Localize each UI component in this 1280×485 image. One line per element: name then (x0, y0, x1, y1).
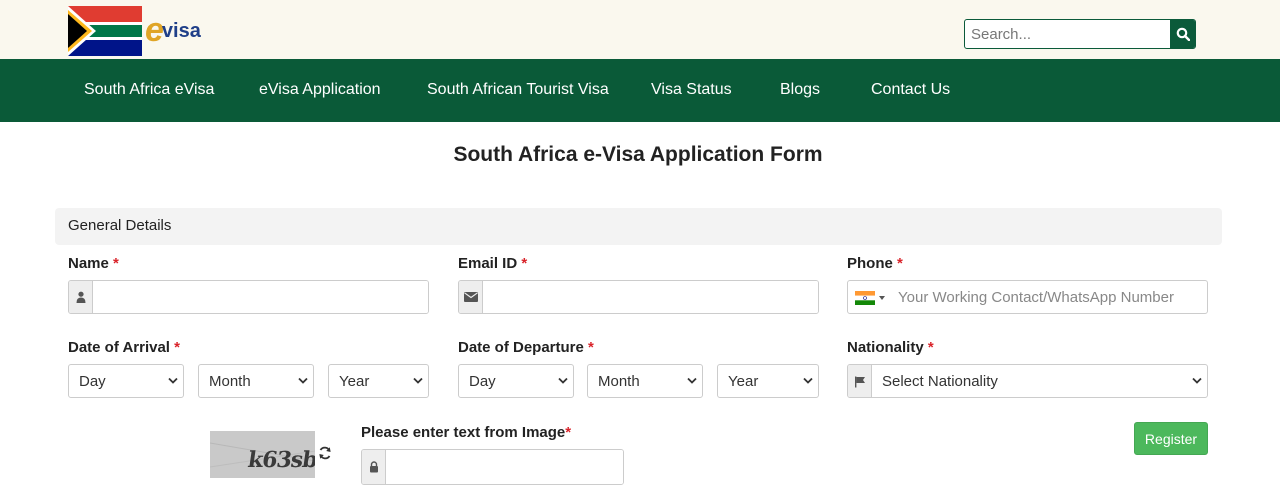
chevron-down-icon (298, 377, 308, 384)
arrival-year-value: Year (339, 373, 370, 390)
captcha-input-group (361, 449, 624, 485)
departure-month-select[interactable]: Month (587, 364, 703, 398)
chevron-down-icon (558, 377, 568, 384)
chevron-down-icon (168, 377, 178, 384)
section-general-details: General Details (55, 208, 1222, 245)
captcha-label: Please enter text from Image* (361, 424, 572, 441)
nationality-select[interactable]: Select Nationality (847, 364, 1208, 398)
nav-contact-us[interactable]: Contact Us (871, 81, 950, 99)
chevron-down-icon (413, 377, 423, 384)
arrival-day-value: Day (79, 373, 106, 390)
email-field[interactable] (483, 281, 818, 313)
phone-placeholder: Your Working Contact/WhatsApp Number (898, 289, 1174, 306)
lock-icon (362, 450, 386, 484)
envelope-icon (459, 281, 483, 313)
nav-south-africa-evisa[interactable]: South Africa eVisa (84, 81, 214, 99)
departure-label: Date of Departure * (458, 339, 594, 356)
phone-field[interactable]: Your Working Contact/WhatsApp Number (847, 280, 1208, 314)
main-nav: South Africa eVisa eVisa Application Sou… (0, 59, 1280, 122)
captcha-field[interactable] (386, 450, 623, 484)
search-input[interactable] (965, 20, 1170, 48)
arrival-year-select[interactable]: Year (328, 364, 429, 398)
name-field[interactable] (93, 281, 428, 313)
departure-year-value: Year (728, 373, 759, 390)
arrival-label: Date of Arrival * (68, 339, 180, 356)
arrival-day-select[interactable]: Day (68, 364, 184, 398)
phone-label: Phone * (847, 255, 903, 272)
logo-visa: visa (161, 20, 201, 42)
search-box (964, 19, 1196, 49)
nav-tourist-visa[interactable]: South African Tourist Visa (427, 81, 609, 99)
captcha-text: k63sb (246, 447, 315, 473)
departure-month-value: Month (598, 373, 640, 390)
nav-visa-status[interactable]: Visa Status (651, 81, 732, 99)
country-dropdown-caret-icon[interactable] (879, 296, 885, 300)
nationality-label: Nationality * (847, 339, 934, 356)
search-icon (1176, 27, 1190, 41)
nationality-value: Select Nationality (882, 373, 998, 390)
name-label: Name * (68, 255, 119, 272)
chevron-down-icon (803, 377, 813, 384)
nav-evisa-application[interactable]: eVisa Application (259, 81, 381, 99)
top-header: evisa (0, 0, 1280, 59)
arrival-month-select[interactable]: Month (198, 364, 314, 398)
chevron-down-icon (1192, 377, 1202, 384)
captcha-image: k63sb (210, 431, 315, 478)
departure-day-select[interactable]: Day (458, 364, 574, 398)
india-flag-icon[interactable] (855, 291, 875, 305)
chevron-down-icon (687, 377, 697, 384)
refresh-icon[interactable] (318, 446, 332, 460)
name-input-group (68, 280, 429, 314)
evisa-logo-text[interactable]: evisa (145, 11, 203, 50)
register-button[interactable]: Register (1134, 422, 1208, 455)
nav-blogs[interactable]: Blogs (780, 81, 820, 99)
user-icon (69, 281, 93, 313)
flag-icon (848, 365, 872, 397)
email-input-group (458, 280, 819, 314)
departure-year-select[interactable]: Year (717, 364, 819, 398)
arrival-month-value: Month (209, 373, 251, 390)
search-button[interactable] (1170, 20, 1195, 48)
page-title: South Africa e-Visa Application Form (453, 143, 823, 166)
departure-day-value: Day (469, 373, 496, 390)
email-label: Email ID * (458, 255, 528, 272)
